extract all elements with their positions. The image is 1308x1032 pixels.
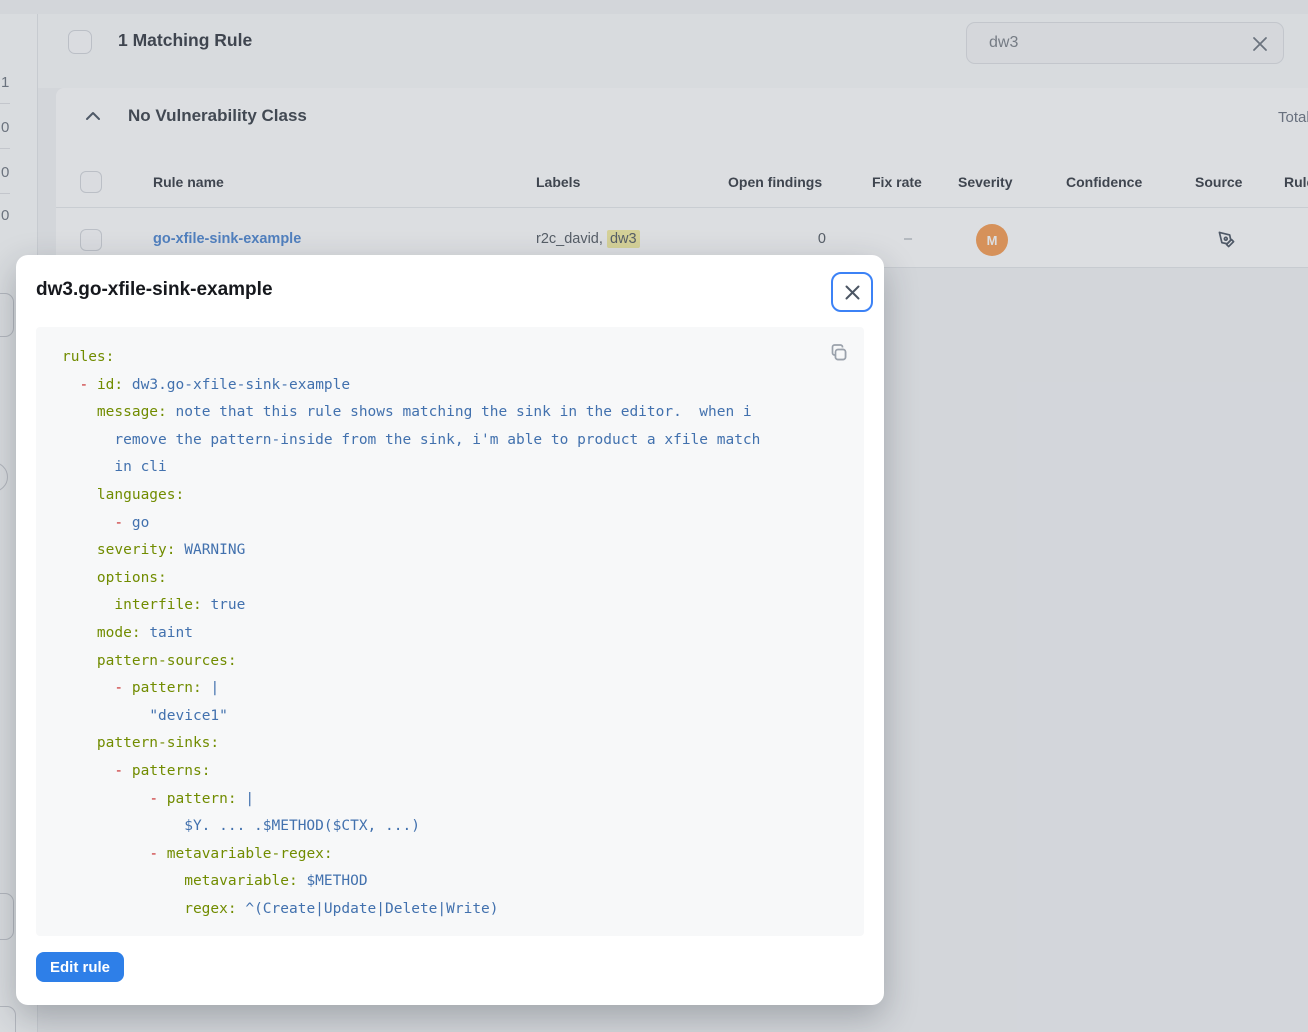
yaml-code-line: severity: WARNING — [62, 537, 840, 565]
yaml-code-line: - metavariable-regex: — [62, 841, 840, 869]
modal-title: dw3.go-xfile-sink-example — [36, 279, 273, 301]
yaml-code-line: in cli — [62, 454, 840, 482]
yaml-code-line: remove the pattern-inside from the sink,… — [62, 427, 840, 455]
yaml-code-line: mode: taint — [62, 620, 840, 648]
yaml-code-line: interfile: true — [62, 592, 840, 620]
yaml-code-line: - patterns: — [62, 758, 840, 786]
yaml-code-line: regex: ^(Create|Update|Delete|Write) — [62, 896, 840, 924]
yaml-code-line: languages: — [62, 482, 840, 510]
yaml-code-line: - pattern: | — [62, 675, 840, 703]
yaml-code-line: pattern-sources: — [62, 648, 840, 676]
yaml-code-line: $Y. ... .$METHOD($CTX, ...) — [62, 813, 840, 841]
rule-yaml-code-block: rules: - id: dw3.go-xfile-sink-example m… — [36, 327, 864, 936]
rule-detail-modal: dw3.go-xfile-sink-example rules: - id: d… — [16, 255, 884, 1005]
yaml-code-line: pattern-sinks: — [62, 730, 840, 758]
yaml-code-line: - go — [62, 510, 840, 538]
yaml-code-line: rules: — [62, 344, 840, 372]
yaml-code-line: - id: dw3.go-xfile-sink-example — [62, 372, 840, 400]
edit-rule-button[interactable]: Edit rule — [36, 952, 124, 982]
yaml-code-line: message: note that this rule shows match… — [62, 399, 840, 427]
yaml-code-line: metavariable: $METHOD — [62, 868, 840, 896]
copy-code-icon[interactable] — [829, 343, 849, 363]
app-screen: 1000 1 Matching Rule dw3 No Vulnerabilit… — [0, 0, 1308, 1032]
yaml-code-line: "device1" — [62, 703, 840, 731]
yaml-code-line: options: — [62, 565, 840, 593]
close-modal-button[interactable] — [831, 272, 873, 312]
yaml-code-line: - pattern: | — [62, 786, 840, 814]
